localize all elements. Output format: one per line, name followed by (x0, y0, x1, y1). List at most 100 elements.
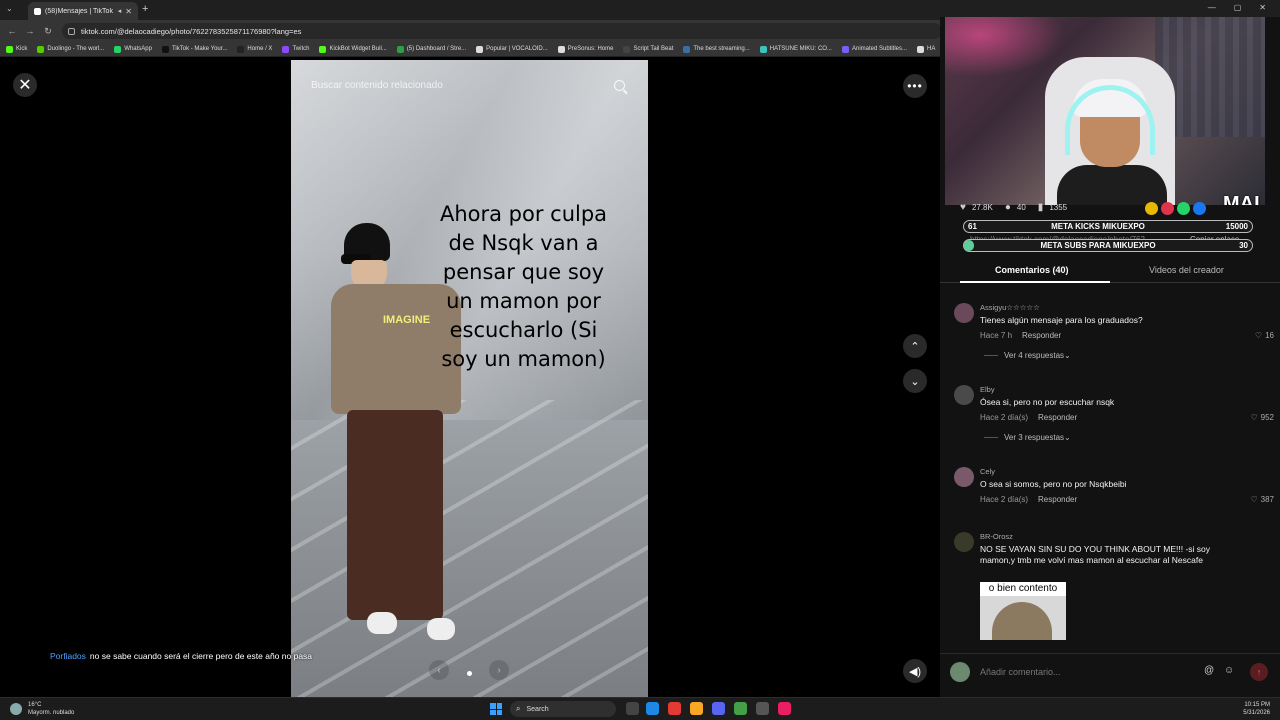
page-dot[interactable] (466, 670, 472, 676)
back-icon[interactable]: ← (6, 26, 18, 36)
bookmark-item[interactable]: Twitch (282, 45, 310, 53)
system-clock[interactable]: 10:15 PM 5/31/2026 (1243, 701, 1270, 717)
bookmark-label: KickBot Widget Buil... (329, 46, 387, 52)
close-viewer-button[interactable]: ✕ (13, 73, 37, 97)
post-stats: ♥ 27.8K ● 40 ▮ 1355 (960, 202, 1079, 213)
site-info-icon[interactable] (68, 27, 75, 35)
photo-post[interactable]: Buscar contenido relacionado IMAGINE Aho… (291, 60, 648, 697)
bookmark-favicon-icon (623, 45, 631, 53)
bookmark-item[interactable]: Script Tail Beat (623, 45, 674, 53)
tab-list-icon[interactable]: ⌄ (6, 4, 13, 13)
save-stat[interactable]: ▮ 1355 (1038, 202, 1067, 213)
browser-tab[interactable]: (58)Mensajes | TikTok ◂ ✕ (28, 2, 138, 20)
comment-username[interactable]: BR-Orosz (980, 532, 1013, 541)
comment-meta: Hace 2 día(s) Responder (980, 413, 1077, 422)
related-search-input[interactable]: Buscar contenido relacionado (311, 80, 443, 91)
windows-taskbar: 16°C Mayorm. nublado ⌕ Search 10:15 PM 5/… (0, 697, 1280, 720)
forward-icon[interactable]: → (24, 26, 36, 36)
speaker-icon[interactable]: ◂ (118, 7, 122, 15)
view-replies-button[interactable]: Ver 4 respuestas ⌄ (984, 351, 1071, 360)
search-icon[interactable] (614, 80, 625, 91)
comment-username[interactable]: Cely (980, 467, 995, 476)
bookmark-item[interactable]: Popular | VOCALOID... (476, 45, 548, 53)
comment-like-button[interactable]: ♡ 952 (1250, 413, 1274, 422)
minimize-icon[interactable]: — (1208, 3, 1216, 12)
bookmark-item[interactable]: PreSonus: Home (557, 45, 613, 53)
repost-icon[interactable] (1161, 202, 1174, 215)
reload-icon[interactable]: ↻ (42, 26, 54, 37)
comment-item: Assigyu☆☆☆☆☆ Tienes algún mensaje para lo… (954, 303, 1274, 383)
next-photo-icon[interactable]: › (489, 660, 509, 680)
bookmark-item[interactable]: (5) Dashboard / Stre... (396, 45, 466, 53)
close-window-icon[interactable]: ✕ (1259, 3, 1266, 12)
right-shoe (427, 618, 455, 640)
file-explorer-icon[interactable] (690, 702, 703, 715)
task-view-icon[interactable] (626, 702, 639, 715)
bookmark-item[interactable]: HA (917, 45, 935, 53)
comment-like-button[interactable]: ♡ 16 (1255, 331, 1274, 340)
comment-username[interactable]: Elby (980, 385, 995, 394)
heart-outline-icon: ♡ (1250, 495, 1258, 504)
bookmark-item[interactable]: KickBot Widget Buil... (319, 45, 387, 53)
previous-post-button[interactable]: ⌃ (903, 334, 927, 358)
emoji-icon[interactable]: ☺ (1224, 665, 1234, 676)
comment-count: 40 (1016, 203, 1026, 212)
new-tab-icon[interactable]: + (142, 3, 148, 15)
url-field[interactable]: tiktok.com/@delaocadiego/photo/762278352… (62, 23, 942, 39)
meta-subs-label: META SUBS PARA MIKUEXPO (1040, 241, 1156, 250)
comment-input[interactable]: Añadir comentario... (978, 662, 1218, 682)
sticker-image (992, 602, 1052, 640)
comment-text: Ósea si, pero no por escuchar nsqk (980, 397, 1115, 407)
bookmark-label: Script Tail Beat (633, 46, 674, 52)
like-count: 27.8K (971, 203, 993, 212)
meta-kicks-label: META KICKS MIKUEXPO (1051, 222, 1145, 231)
coin-icon[interactable] (1145, 202, 1158, 215)
reply-button[interactable]: Responder (1038, 413, 1077, 422)
bookmark-label: Twitch (292, 46, 310, 52)
reply-button[interactable]: Responder (1038, 495, 1077, 504)
bookmark-item[interactable]: Duolingo - The worl... (37, 45, 104, 53)
bookmark-item[interactable]: WhatsApp (114, 45, 152, 53)
comment-stat[interactable]: ● 40 (1005, 202, 1026, 213)
bookmarks-bar: Kick Duolingo - The worl... WhatsApp TikTok… (0, 42, 945, 57)
my-avatar (950, 662, 970, 682)
app-icon[interactable] (668, 702, 681, 715)
bookmark-favicon-icon (759, 45, 767, 53)
start-button[interactable] (490, 703, 502, 715)
bookmark-item[interactable]: TikTok - Make Your... (161, 45, 227, 53)
comment-like-button[interactable]: ♡ 387 (1250, 495, 1274, 504)
taskbar-search[interactable]: ⌕ Search (510, 701, 616, 717)
chrome-icon[interactable] (734, 702, 747, 715)
settings-icon[interactable] (756, 702, 769, 715)
tab-creator-videos[interactable]: Videos del creador (1149, 265, 1224, 275)
view-replies-button[interactable]: Ver 3 respuestas ⌄ (984, 433, 1071, 442)
comment-avatar[interactable] (954, 385, 974, 405)
bookmark-item[interactable]: Animated Subtitles... (841, 45, 907, 53)
comment-sticker[interactable]: o bien contento (980, 582, 1066, 640)
bookmark-item[interactable]: The best streaming... (683, 45, 750, 53)
comment-avatar[interactable] (954, 467, 974, 487)
more-options-button[interactable]: ••• (903, 74, 927, 98)
bookmark-item[interactable]: HATSUNE MIKU: CO... (759, 45, 832, 53)
discord-icon[interactable] (712, 702, 725, 715)
bookmark-item[interactable]: Home / X (237, 45, 272, 53)
comment-avatar[interactable] (954, 303, 974, 323)
reply-button[interactable]: Responder (1022, 331, 1061, 340)
close-tab-icon[interactable]: ✕ (125, 7, 132, 16)
maximize-icon[interactable]: ▢ (1234, 3, 1242, 12)
tab-comments[interactable]: Comentarios (40) (995, 265, 1069, 275)
send-comment-button[interactable]: ↑ (1250, 663, 1268, 681)
music-icon[interactable] (778, 702, 791, 715)
comment-avatar[interactable] (954, 532, 974, 552)
edge-icon[interactable] (646, 702, 659, 715)
next-post-button[interactable]: ⌄ (903, 369, 927, 393)
facebook-icon[interactable] (1193, 202, 1206, 215)
comment-username[interactable]: Assigyu☆☆☆☆☆ (980, 303, 1040, 312)
bookmark-item[interactable]: Kick (6, 45, 27, 53)
volume-button[interactable]: ◀) (903, 659, 927, 683)
whatsapp-icon[interactable] (1177, 202, 1190, 215)
prev-photo-icon[interactable]: ‹ (429, 660, 449, 680)
like-stat[interactable]: ♥ 27.8K (960, 202, 993, 213)
weather-widget[interactable]: 16°C Mayorm. nublado (10, 701, 74, 717)
mention-icon[interactable]: @ (1204, 665, 1214, 676)
